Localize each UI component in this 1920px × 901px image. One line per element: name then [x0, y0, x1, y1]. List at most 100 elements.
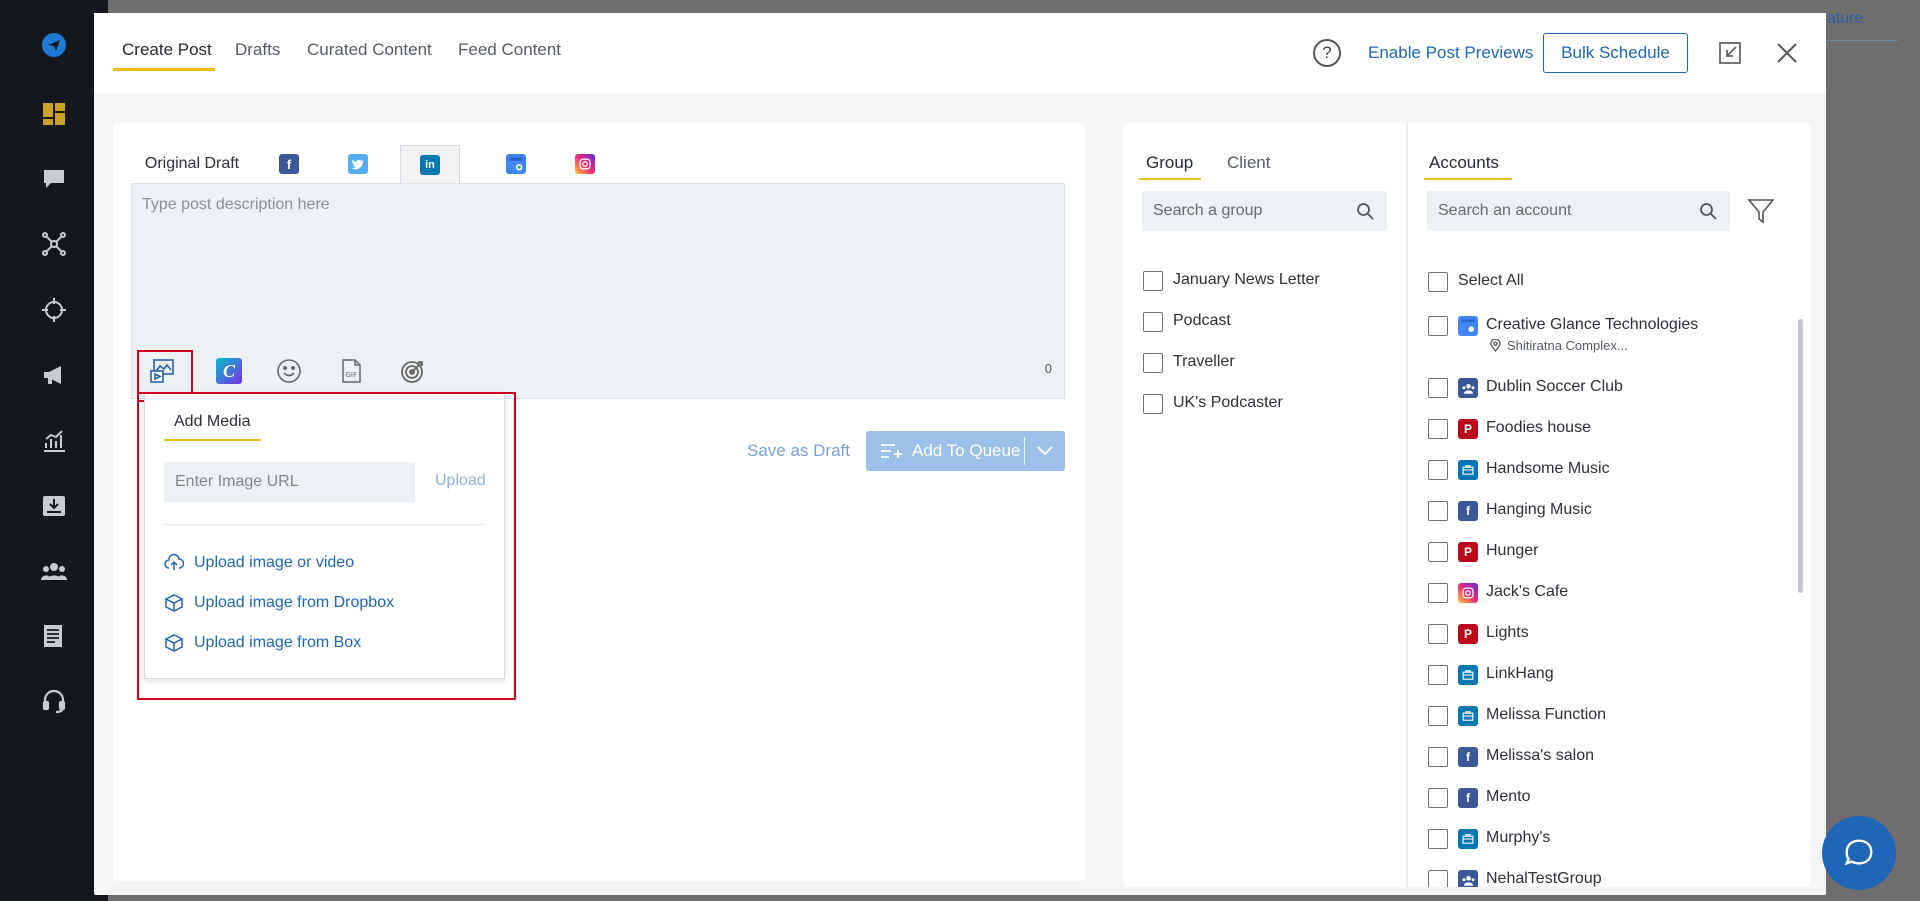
instagram-icon — [1458, 583, 1478, 603]
emoji-button[interactable] — [274, 356, 304, 386]
account-checkbox[interactable] — [1428, 829, 1448, 849]
headset-icon[interactable] — [40, 687, 68, 715]
target-button[interactable] — [398, 356, 428, 386]
tab-accounts[interactable]: Accounts — [1429, 153, 1499, 173]
crosshair-icon[interactable] — [40, 296, 68, 324]
group-item[interactable]: Podcast — [1143, 312, 1231, 332]
account-label: Hanging Music — [1486, 501, 1592, 518]
add-media-popover-highlight — [137, 392, 516, 700]
account-item[interactable]: P Lights — [1428, 624, 1529, 644]
tab-feed-content[interactable]: Feed Content — [458, 40, 561, 60]
minimize-icon[interactable] — [1718, 41, 1742, 65]
tab-curated-content[interactable]: Curated Content — [307, 40, 432, 60]
account-item[interactable]: NehalTestGroup — [1428, 870, 1602, 887]
group-checkbox[interactable] — [1143, 271, 1163, 291]
network-icon[interactable] — [40, 230, 68, 258]
account-checkbox[interactable] — [1428, 460, 1448, 480]
group-item[interactable]: Traveller — [1143, 353, 1235, 373]
group-item[interactable]: UK's Podcaster — [1143, 394, 1283, 414]
left-nav — [0, 0, 108, 901]
enable-post-previews-link[interactable]: Enable Post Previews — [1368, 43, 1533, 63]
account-item[interactable]: P Hunger — [1428, 542, 1538, 562]
account-checkbox[interactable] — [1428, 747, 1448, 767]
account-checkbox[interactable] — [1428, 501, 1448, 521]
account-checkbox[interactable] — [1428, 870, 1448, 887]
account-item[interactable]: LinkHang — [1428, 665, 1554, 685]
tab-client[interactable]: Client — [1227, 153, 1270, 173]
linkedin-icon: in — [420, 154, 440, 175]
inbox-download-icon[interactable] — [40, 492, 68, 520]
chat-icon[interactable] — [40, 165, 68, 193]
group-item[interactable]: January News Letter — [1143, 271, 1320, 291]
account-checkbox[interactable] — [1428, 624, 1448, 644]
analytics-icon[interactable] — [40, 427, 68, 455]
bulk-schedule-button[interactable]: Bulk Schedule — [1543, 33, 1688, 73]
select-all-checkbox[interactable] — [1428, 272, 1448, 292]
account-label: Lights — [1486, 624, 1529, 641]
help-icon[interactable]: ? — [1313, 39, 1341, 67]
account-item[interactable]: f Mento — [1428, 788, 1530, 808]
tab-google-business[interactable] — [500, 145, 532, 183]
tab-drafts[interactable]: Drafts — [235, 40, 280, 60]
canva-button[interactable]: C — [214, 356, 244, 386]
account-item[interactable]: f Hanging Music — [1428, 501, 1592, 521]
megaphone-icon[interactable] — [40, 361, 68, 389]
report-icon[interactable] — [40, 622, 68, 650]
facebook-group-icon — [1458, 870, 1478, 887]
dashboard-icon[interactable] — [40, 100, 68, 128]
facebook-icon: f — [1458, 747, 1478, 767]
filter-icon[interactable] — [1747, 197, 1775, 225]
account-checkbox[interactable] — [1428, 542, 1448, 562]
pinterest-icon: P — [1458, 542, 1478, 562]
account-checkbox[interactable] — [1428, 665, 1448, 685]
canva-icon: C — [216, 358, 242, 384]
tab-twitter[interactable] — [342, 145, 374, 183]
select-all-row[interactable]: Select All — [1428, 272, 1524, 292]
queue-options-dropdown[interactable] — [1025, 446, 1065, 456]
account-item[interactable]: P Foodies house — [1428, 419, 1591, 439]
account-item[interactable]: Murphy's — [1428, 829, 1550, 849]
account-location: Shitiratna Complex... — [1490, 338, 1698, 353]
gif-button[interactable]: GIF — [336, 356, 366, 386]
account-item[interactable]: Jack's Cafe — [1428, 583, 1568, 603]
group-checkbox[interactable] — [1143, 394, 1163, 414]
tab-instagram[interactable] — [569, 145, 601, 183]
account-checkbox[interactable] — [1428, 788, 1448, 808]
add-to-queue-main[interactable]: Add To Queue — [866, 441, 1024, 461]
account-item[interactable]: Melissa Function — [1428, 706, 1606, 726]
post-description-editor[interactable]: Type post description here 0 C GIF — [131, 183, 1065, 402]
save-as-draft-link[interactable]: Save as Draft — [747, 441, 850, 461]
facebook-icon: f — [279, 154, 299, 174]
account-label: Dublin Soccer Club — [1486, 378, 1623, 395]
account-item[interactable]: f Melissa's salon — [1428, 747, 1594, 767]
account-item[interactable]: Handsome Music — [1428, 460, 1610, 480]
account-item[interactable]: Creative Glance Technologies Shitiratna … — [1428, 316, 1698, 353]
tab-facebook[interactable]: f — [273, 145, 305, 183]
svg-text:GIF: GIF — [346, 371, 358, 379]
add-to-queue-button[interactable]: Add To Queue — [866, 431, 1065, 471]
account-item[interactable]: Dublin Soccer Club — [1428, 378, 1623, 398]
accounts-scrollbar[interactable] — [1798, 319, 1803, 593]
account-checkbox[interactable] — [1428, 706, 1448, 726]
search-icon — [1357, 203, 1374, 220]
tab-linkedin[interactable]: in — [400, 145, 460, 183]
account-checkbox[interactable] — [1428, 378, 1448, 398]
account-checkbox[interactable] — [1428, 419, 1448, 439]
account-checkbox[interactable] — [1428, 316, 1448, 336]
tab-create-post[interactable]: Create Post — [122, 40, 212, 60]
group-checkbox[interactable] — [1143, 353, 1163, 373]
tab-group[interactable]: Group — [1146, 153, 1193, 173]
team-icon[interactable] — [40, 557, 68, 585]
account-location-text: Shitiratna Complex... — [1507, 338, 1628, 353]
paper-plane-logo-icon[interactable] — [40, 31, 68, 59]
group-search-input[interactable]: Search a group — [1142, 191, 1387, 231]
google-business-icon — [1458, 316, 1478, 336]
support-chat-button[interactable] — [1822, 816, 1896, 890]
group-checkbox[interactable] — [1143, 312, 1163, 332]
account-search-placeholder: Search an account — [1438, 202, 1572, 219]
group-label: Traveller — [1173, 353, 1235, 370]
account-search-input[interactable]: Search an account — [1427, 191, 1730, 231]
tab-original-draft[interactable]: Original Draft — [131, 145, 253, 183]
account-checkbox[interactable] — [1428, 583, 1448, 603]
close-icon[interactable] — [1775, 41, 1799, 65]
